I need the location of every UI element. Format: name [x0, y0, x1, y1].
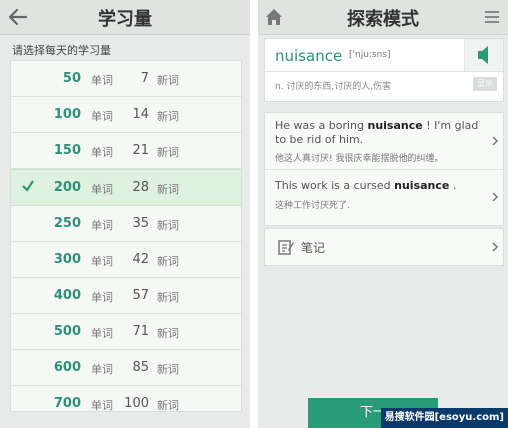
- new-word-label: 新词: [157, 146, 179, 159]
- pronounce-button[interactable]: [464, 39, 503, 71]
- new-word-label: 新词: [157, 327, 179, 340]
- new-word-label: 新词: [157, 183, 179, 196]
- page-title: 探索模式: [347, 9, 419, 30]
- new-word-count: 14: [132, 107, 149, 122]
- phonetic-text: ['nju:sns]: [349, 50, 391, 60]
- study-amount-row[interactable]: 400 单词 57 新词: [11, 278, 241, 314]
- word-unit-label: 单词: [91, 363, 113, 376]
- word-meaning: n. 讨厌的东西,讨厌的人,伤害: [275, 82, 392, 92]
- menu-button[interactable]: [480, 5, 504, 29]
- study-amount-row[interactable]: 300 单词 42 新词: [11, 242, 241, 278]
- word-separator: [265, 71, 503, 72]
- new-word-count: 42: [132, 252, 149, 267]
- study-amount-panel: 学习量 请选择每天的学习量 50 单词 7 新词 100 单词 14 新词 150 单词 21 新词 2…: [0, 0, 250, 428]
- study-amount-value: 250: [53, 216, 81, 231]
- menu-icon: [485, 11, 499, 23]
- study-amount-row[interactable]: 500 单词 71 新词: [11, 314, 241, 350]
- study-amount-row[interactable]: 250 单词 35 新词: [11, 206, 241, 242]
- study-amount-value: 700: [53, 396, 81, 411]
- check-icon: [22, 180, 34, 192]
- chevron-right-icon: [492, 242, 499, 252]
- study-amount-value: 500: [53, 324, 81, 339]
- example-list: He was a boring nuisance ! I'm glad to b…: [264, 112, 504, 226]
- new-word-count: 7: [140, 71, 149, 86]
- study-amount-value: 150: [53, 143, 81, 158]
- new-word-count: 57: [132, 288, 149, 303]
- reveal-button[interactable]: 显示: [473, 77, 497, 91]
- new-word-count: 100: [124, 396, 149, 411]
- chevron-right-icon: [492, 192, 499, 202]
- note-row[interactable]: 笔记: [264, 228, 504, 266]
- example-english: He was a boring nuisance ! I'm glad to b…: [275, 119, 479, 146]
- study-amount-prompt: 请选择每天的学习量: [12, 44, 111, 57]
- speaker-icon: [478, 46, 488, 64]
- panel-divider: [250, 0, 258, 428]
- study-amount-value: 600: [53, 360, 81, 375]
- new-word-count: 28: [132, 180, 149, 195]
- word-unit-label: 单词: [91, 74, 113, 87]
- word-unit-label: 单词: [91, 146, 113, 159]
- word-text: nuisance: [275, 47, 343, 65]
- study-amount-row[interactable]: 200 单词 28 新词: [11, 169, 241, 206]
- new-word-label: 新词: [157, 110, 179, 123]
- example-english: This work is a cursed nuisance .: [275, 179, 457, 192]
- left-top-bar: 学习量: [0, 0, 250, 35]
- new-word-label: 新词: [157, 255, 179, 268]
- new-word-count: 21: [132, 143, 149, 158]
- study-amount-value: 400: [53, 288, 81, 303]
- example-keyword: nuisance: [367, 119, 423, 132]
- study-amount-row[interactable]: 100 单词 14 新词: [11, 97, 241, 133]
- example-keyword: nuisance: [394, 179, 450, 192]
- study-amount-value: 300: [53, 252, 81, 267]
- word-unit-label: 单词: [91, 219, 113, 232]
- word-card: nuisance ['nju:sns] n. 讨厌的东西,讨厌的人,伤害 显示: [264, 38, 504, 102]
- example-chinese: 这种工作讨厌死了.: [275, 201, 350, 211]
- new-word-label: 新词: [157, 399, 179, 412]
- new-word-count: 35: [132, 216, 149, 231]
- new-word-count: 85: [132, 360, 149, 375]
- new-word-count: 71: [132, 324, 149, 339]
- new-word-label: 新词: [157, 219, 179, 232]
- study-amount-list: 50 单词 7 新词 100 单词 14 新词 150 单词 21 新词 200 单词 28 新词 250 单词 3…: [10, 60, 242, 412]
- example-item[interactable]: He was a boring nuisance ! I'm glad to b…: [265, 113, 503, 169]
- watermark: 易搜软件园[esoyu.com]: [380, 408, 508, 428]
- page-title: 学习量: [98, 9, 152, 30]
- study-amount-value: 50: [62, 71, 81, 86]
- explore-mode-panel: 探索模式 nuisance ['nju:sns] n. 讨厌的东西,讨厌的人,伤…: [258, 0, 508, 428]
- study-amount-row[interactable]: 700 单词 100 新词: [11, 386, 241, 421]
- word-unit-label: 单词: [91, 291, 113, 304]
- example-item[interactable]: This work is a cursed nuisance . 这种工作讨厌死…: [265, 169, 503, 226]
- chevron-right-icon: [492, 136, 499, 146]
- note-label: 笔记: [301, 241, 326, 255]
- right-top-bar: 探索模式: [258, 0, 508, 35]
- study-amount-value: 200: [53, 180, 81, 195]
- new-word-label: 新词: [157, 363, 179, 376]
- study-amount-row[interactable]: 600 单词 85 新词: [11, 350, 241, 386]
- study-amount-row[interactable]: 50 单词 7 新词: [11, 61, 241, 97]
- new-word-label: 新词: [157, 74, 179, 87]
- word-unit-label: 单词: [91, 327, 113, 340]
- word-unit-label: 单词: [91, 110, 113, 123]
- study-amount-value: 100: [53, 107, 81, 122]
- word-unit-label: 单词: [91, 183, 113, 196]
- word-unit-label: 单词: [91, 399, 113, 412]
- new-word-label: 新词: [157, 291, 179, 304]
- word-unit-label: 单词: [91, 255, 113, 268]
- note-icon: [278, 240, 294, 255]
- study-amount-row[interactable]: 150 单词 21 新词: [11, 133, 241, 169]
- example-chinese: 他这人真讨厌! 我很庆幸能摆脱他的纠缠。: [275, 154, 444, 164]
